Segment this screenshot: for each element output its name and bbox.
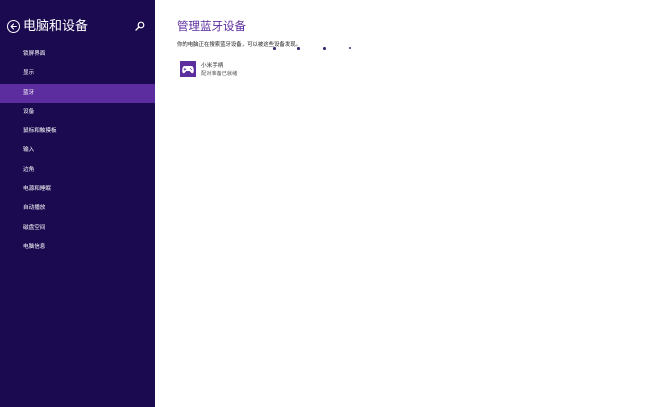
progress-dot (273, 47, 276, 50)
progress-dot (323, 47, 326, 50)
settings-window: 电脑和设备 锁屏界面 显示 蓝牙 设备 鼠标和触摸板 输入 边角 电源和睡眠 自… (0, 0, 650, 407)
sidebar-item-label: 显示 (23, 70, 35, 77)
sidebar-item-label: 磁盘空间 (23, 224, 46, 231)
device-item-gamepad[interactable]: 小米手柄 配对准备已就绪 (180, 60, 300, 78)
sidebar-header: 电脑和设备 (7, 18, 151, 38)
sidebar-item-label: 锁屏界面 (23, 51, 46, 57)
sidebar-item-label: 电源和睡眠 (23, 186, 51, 193)
sidebar-item-label: 自动播放 (23, 205, 46, 212)
sidebar-item-mouse-touchpad[interactable]: 鼠标和触摸板 (0, 122, 155, 141)
gamepad-icon (180, 61, 196, 77)
sidebar-item-label: 蓝牙 (23, 89, 35, 96)
sidebar-item-pc-info[interactable]: 电脑信息 (0, 238, 155, 257)
progress-dot (297, 47, 300, 50)
device-status: 配对准备已就绪 (201, 71, 238, 77)
sidebar-item-autoplay[interactable]: 自动播放 (0, 199, 155, 218)
sidebar: 电脑和设备 锁屏界面 显示 蓝牙 设备 鼠标和触摸板 输入 边角 电源和睡眠 自… (0, 0, 155, 407)
sidebar-item-power-sleep[interactable]: 电源和睡眠 (0, 180, 155, 199)
sidebar-item-display[interactable]: 显示 (0, 64, 155, 83)
sidebar-item-label: 设备 (23, 108, 35, 115)
gamepad-glyph (182, 65, 194, 73)
main-content: 管理蓝牙设备 你的电脑正在搜索蓝牙设备，可以被这些设备发现。 小米手柄 配对准备… (155, 0, 650, 407)
sidebar-nav-list: 锁屏界面 显示 蓝牙 设备 鼠标和触摸板 输入 边角 电源和睡眠 自动播放 磁盘… (0, 45, 155, 257)
sidebar-item-bluetooth[interactable]: 蓝牙 (0, 83, 155, 103)
sidebar-item-label: 输入 (23, 147, 35, 154)
back-arrow-icon[interactable] (7, 20, 20, 33)
sidebar-title: 电脑和设备 (23, 19, 89, 34)
progress-dot (349, 47, 351, 49)
sidebar-item-corners[interactable]: 边角 (0, 161, 155, 180)
sidebar-item-devices[interactable]: 设备 (0, 103, 155, 122)
sidebar-item-lock-screen[interactable]: 锁屏界面 (0, 45, 155, 64)
sidebar-item-label: 边角 (23, 166, 35, 173)
sidebar-item-label: 电脑信息 (23, 243, 46, 250)
sidebar-item-label: 鼠标和触摸板 (23, 128, 57, 135)
searching-progress-indicator (273, 47, 355, 51)
sidebar-item-disk-space[interactable]: 磁盘空间 (0, 219, 155, 238)
back-arrow-glyph (10, 23, 17, 30)
page-title: 管理蓝牙设备 (177, 19, 246, 33)
search-icon[interactable] (135, 21, 145, 31)
sidebar-item-typing[interactable]: 输入 (0, 141, 155, 160)
device-name: 小米手柄 (201, 63, 224, 69)
